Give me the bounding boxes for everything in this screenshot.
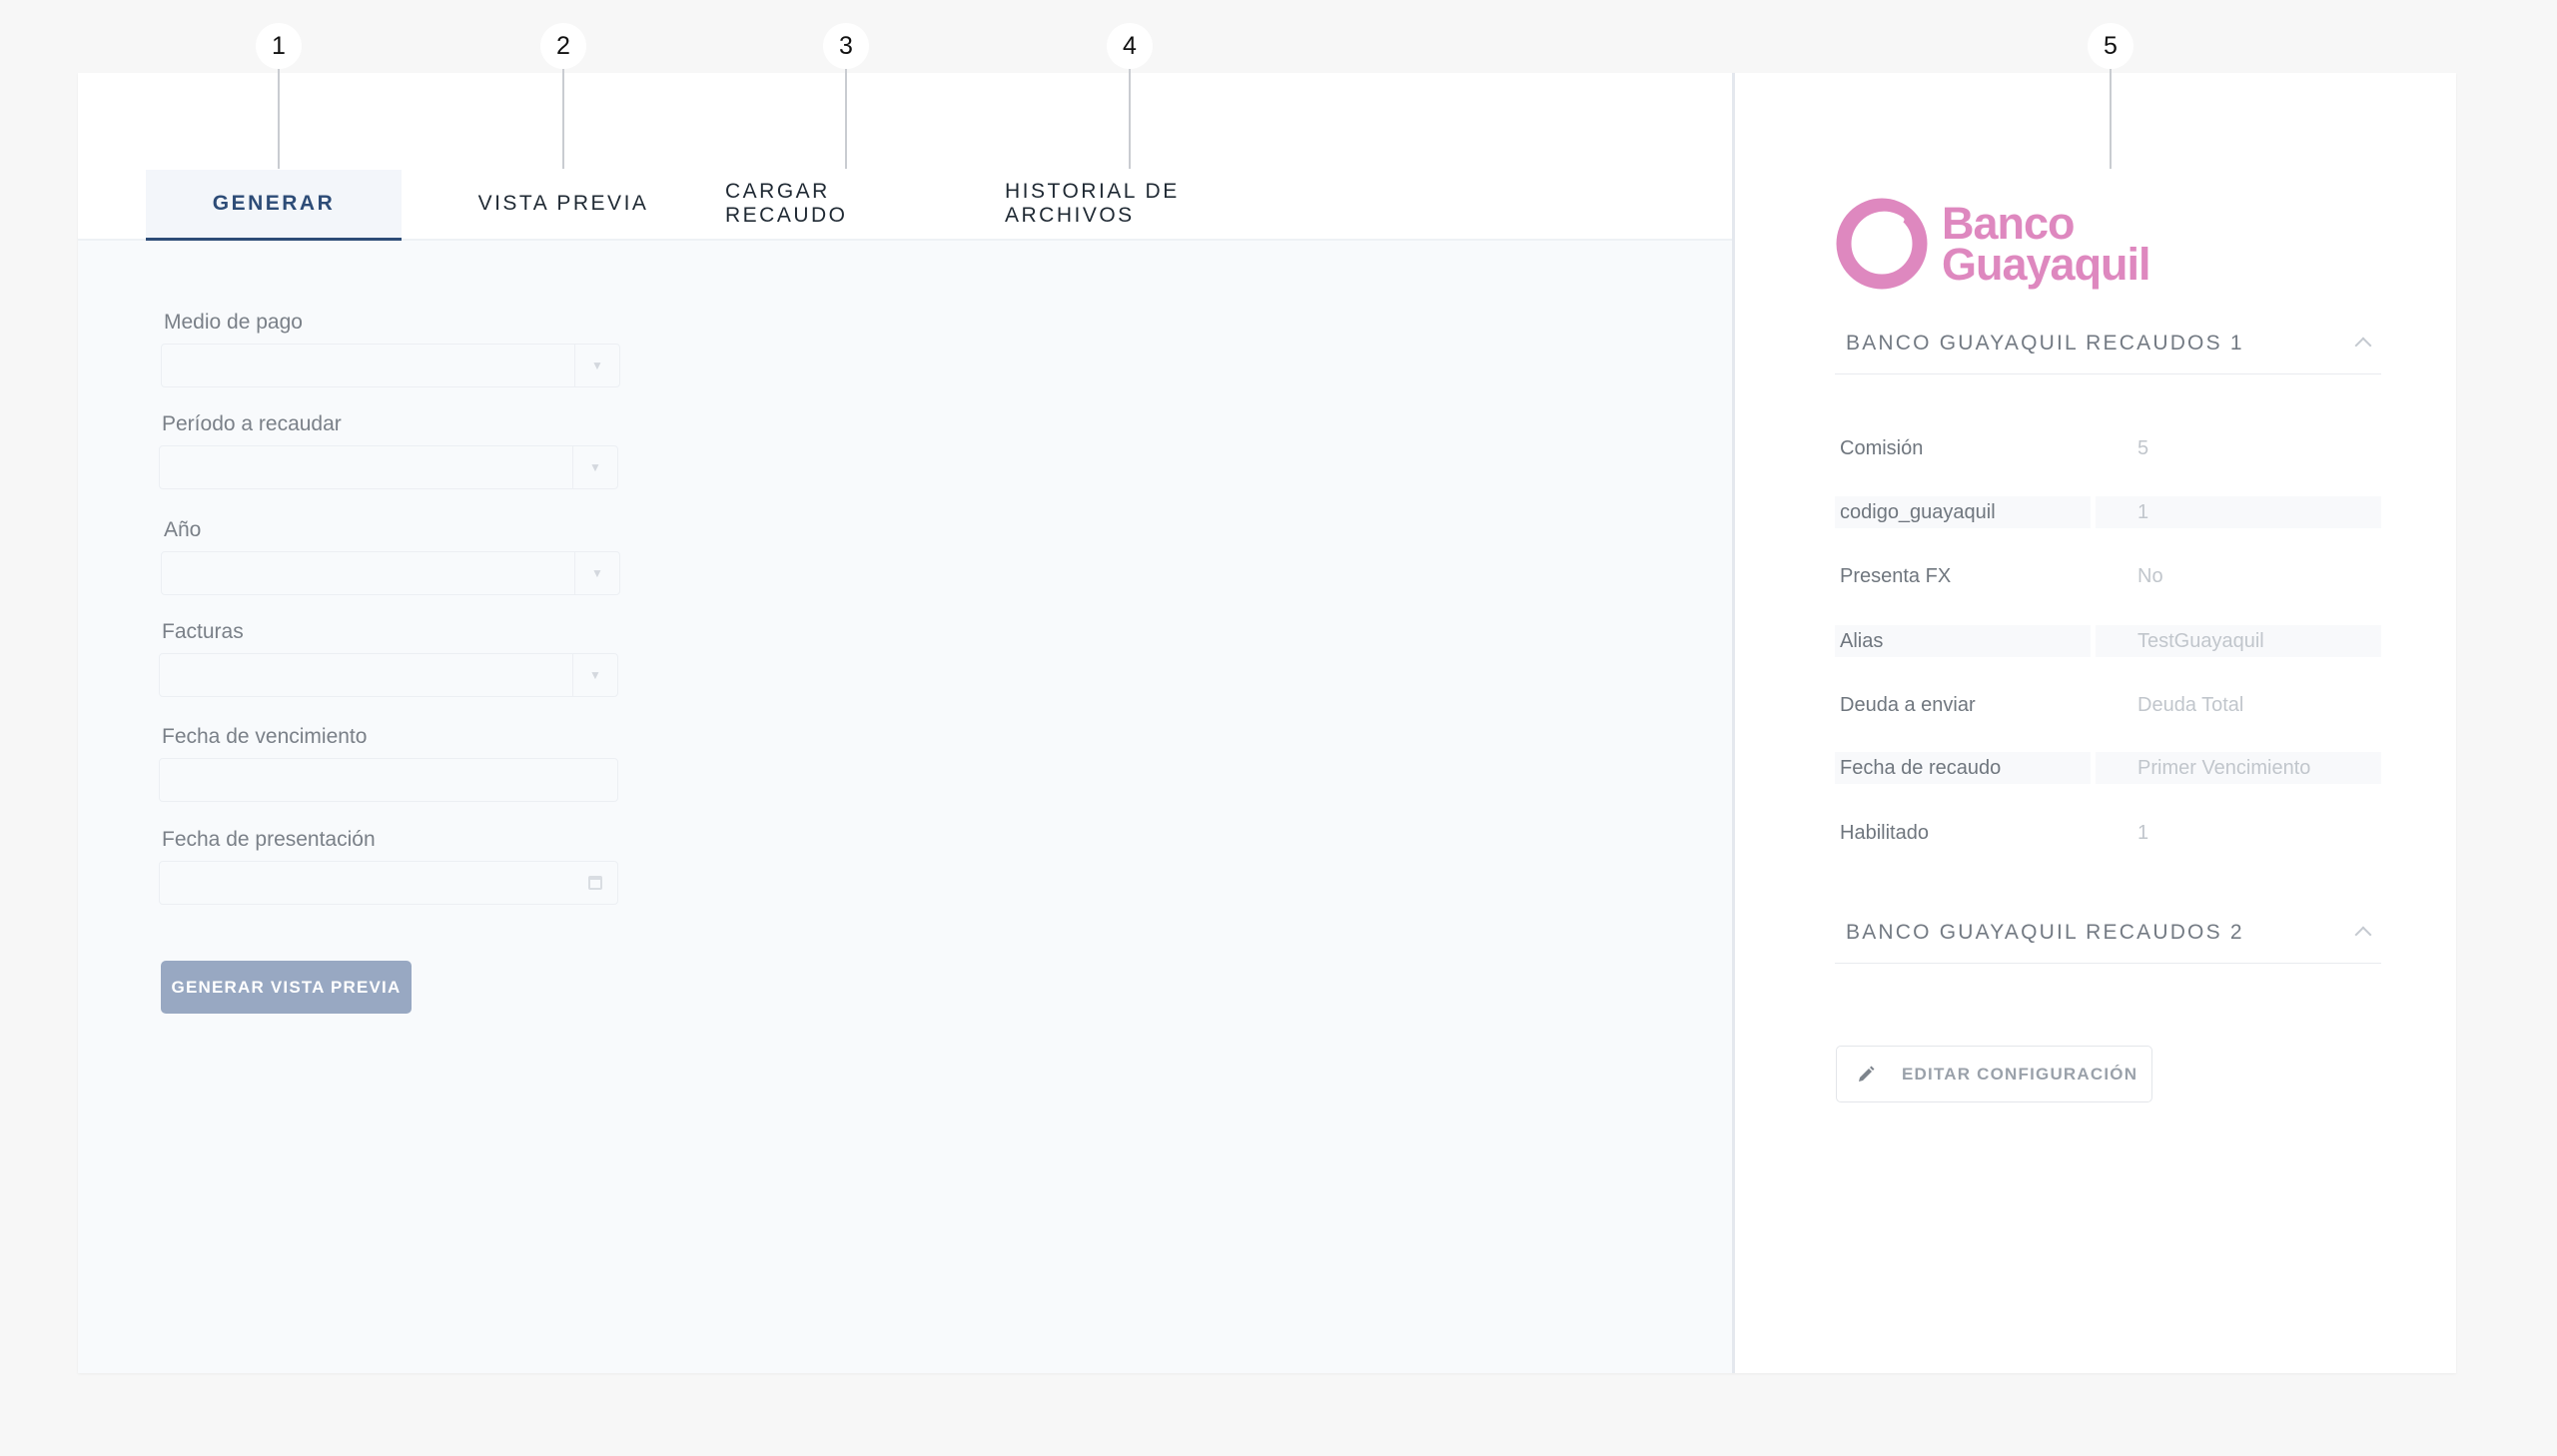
medio-pago-select[interactable]: ▼ <box>161 344 620 387</box>
config-row-deuda: Deuda a enviar Deuda Total <box>1835 689 2381 721</box>
callout-line-3 <box>845 69 847 169</box>
config-row-codigo: codigo_guayaquil 1 <box>1835 496 2381 528</box>
config-key: Habilitado <box>1840 821 1929 844</box>
anio-select[interactable]: ▼ <box>161 551 620 595</box>
config-value: 1 <box>2096 496 2381 528</box>
callout-line-1 <box>278 69 280 169</box>
calendar-icon[interactable] <box>573 862 617 904</box>
accordion-recaudos-2-header[interactable]: BANCO GUAYAQUIL RECAUDOS 2 <box>1835 907 2381 964</box>
config-row-presenta-fx: Presenta FX No <box>1835 560 2381 592</box>
tab-generar[interactable]: GENERAR <box>146 170 402 241</box>
accordion-recaudos-1-title: BANCO GUAYAQUIL RECAUDOS 1 <box>1846 332 2244 355</box>
callout-line-5 <box>2110 69 2112 169</box>
callout-line-2 <box>562 69 564 169</box>
bank-logo: Banco Guayaquil <box>1836 198 2151 290</box>
callout-line-4 <box>1129 69 1131 169</box>
config-value: Deuda Total <box>2137 693 2244 716</box>
fecha-presentacion-input[interactable] <box>159 861 618 905</box>
config-key: Comisión <box>1840 436 1924 459</box>
config-key: Alias <box>1835 625 2091 657</box>
fecha-presentacion-label: Fecha de presentación <box>162 828 376 851</box>
callout-4: 4 <box>1107 23 1153 69</box>
tab-bar: GENERAR VISTA PREVIA CARGAR RECAUDO HIST… <box>78 73 1732 241</box>
callout-2: 2 <box>540 23 586 69</box>
chevron-down-icon: ▼ <box>574 552 619 594</box>
config-key: Deuda a enviar <box>1840 693 1976 716</box>
callout-1: 1 <box>256 23 302 69</box>
anio-label: Año <box>164 518 202 541</box>
fecha-vencimiento-label: Fecha de vencimiento <box>162 725 368 748</box>
page: 1 2 3 4 5 GENERAR VISTA PREVIA CARGAR RE… <box>0 0 2557 1456</box>
bank-logo-text: Banco Guayaquil <box>1942 198 2151 290</box>
fecha-vencimiento-input[interactable] <box>159 758 618 802</box>
config-value: TestGuayaquil <box>2096 625 2381 657</box>
tab-vista-previa[interactable]: VISTA PREVIA <box>477 170 649 238</box>
config-value: No <box>2137 564 2163 587</box>
periodo-select[interactable]: ▼ <box>159 445 618 489</box>
config-value: Primer Vencimiento <box>2096 752 2381 784</box>
chevron-up-icon[interactable] <box>2354 337 2372 355</box>
callout-3: 3 <box>823 23 869 69</box>
callout-5: 5 <box>2088 23 2133 69</box>
periodo-label: Período a recaudar <box>162 412 342 435</box>
facturas-label: Facturas <box>162 620 244 643</box>
chevron-down-icon: ▼ <box>574 345 619 386</box>
accordion-recaudos-2-title: BANCO GUAYAQUIL RECAUDOS 2 <box>1846 921 2244 944</box>
config-row-fecha-recaudo: Fecha de recaudo Primer Vencimiento <box>1835 752 2381 784</box>
tab-historial-archivos[interactable]: HISTORIAL DE ARCHIVOS <box>1005 170 1292 238</box>
tab-cargar-recaudo[interactable]: CARGAR RECAUDO <box>725 170 935 238</box>
chevron-up-icon[interactable] <box>2354 926 2372 944</box>
config-key: Presenta FX <box>1840 564 1952 587</box>
edit-config-button[interactable]: EDITAR CONFIGURACIÓN <box>1836 1046 2152 1102</box>
facturas-select[interactable]: ▼ <box>159 653 618 697</box>
config-key: codigo_guayaquil <box>1835 496 2091 528</box>
generator-panel <box>78 73 1732 1373</box>
bank-logo-icon <box>1836 198 1928 290</box>
config-row-alias: Alias TestGuayaquil <box>1835 625 2381 657</box>
config-row-comision: Comisión 5 <box>1835 432 2381 464</box>
pencil-icon <box>1856 1065 1876 1085</box>
config-value: 5 <box>2137 436 2149 459</box>
bank-logo-line2: Guayaquil <box>1942 239 2151 290</box>
config-row-habilitado: Habilitado 1 <box>1835 817 2381 849</box>
config-key: Fecha de recaudo <box>1835 752 2091 784</box>
edit-config-label: EDITAR CONFIGURACIÓN <box>1902 1064 2138 1084</box>
medio-pago-label: Medio de pago <box>164 311 303 334</box>
accordion-recaudos-1-header[interactable]: BANCO GUAYAQUIL RECAUDOS 1 <box>1835 318 2381 374</box>
chevron-down-icon: ▼ <box>572 446 617 488</box>
chevron-down-icon: ▼ <box>572 654 617 696</box>
config-value: 1 <box>2137 821 2149 844</box>
generate-preview-button[interactable]: GENERAR VISTA PREVIA <box>161 961 412 1014</box>
bank-logo-line1: Banco <box>1942 198 2076 249</box>
